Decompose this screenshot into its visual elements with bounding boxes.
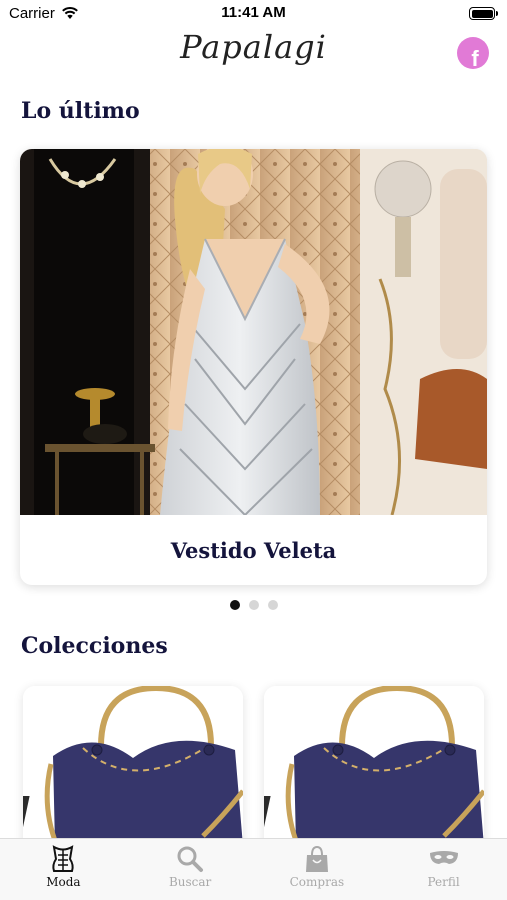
battery-icon	[469, 7, 498, 20]
mask-icon	[429, 845, 459, 873]
tab-label: Perfil	[427, 875, 460, 889]
tab-bar: Moda Buscar Compras Perfil	[0, 838, 507, 900]
collections-section-title: Colecciones	[21, 633, 168, 659]
app-screen: Carrier 11:41 AM Papalagi f Lo último Ve…	[0, 0, 507, 900]
app-logo: Papalagi	[180, 28, 327, 66]
pagination-dot[interactable]	[248, 600, 259, 610]
status-time: 11:41 AM	[221, 4, 286, 21]
featured-item-image	[20, 149, 487, 515]
featured-item-card[interactable]: Vestido Veleta	[20, 149, 487, 585]
tab-label: Moda	[46, 875, 81, 889]
tab-moda[interactable]: Moda	[0, 839, 127, 900]
status-bar: Carrier 11:41 AM	[0, 0, 507, 28]
search-icon	[175, 845, 205, 873]
pagination-dot[interactable]	[267, 600, 278, 610]
facebook-icon: f	[471, 46, 479, 69]
collection-image	[264, 686, 484, 846]
corset-icon	[48, 845, 78, 873]
collection-card[interactable]	[23, 686, 243, 846]
tab-perfil[interactable]: Perfil	[380, 839, 507, 900]
facebook-button[interactable]: f	[457, 37, 489, 69]
tab-buscar[interactable]: Buscar	[127, 839, 254, 900]
tab-compras[interactable]: Compras	[254, 839, 381, 900]
carousel-pagination[interactable]	[0, 600, 507, 610]
featured-item-name: Vestido Veleta	[170, 537, 337, 563]
latest-section-title: Lo último	[21, 98, 140, 124]
collection-image	[23, 686, 243, 846]
shopping-bag-icon	[302, 845, 332, 873]
tab-label: Buscar	[168, 875, 212, 889]
collection-card[interactable]	[264, 686, 484, 846]
tab-label: Compras	[289, 875, 345, 889]
pagination-dot[interactable]	[229, 600, 240, 610]
